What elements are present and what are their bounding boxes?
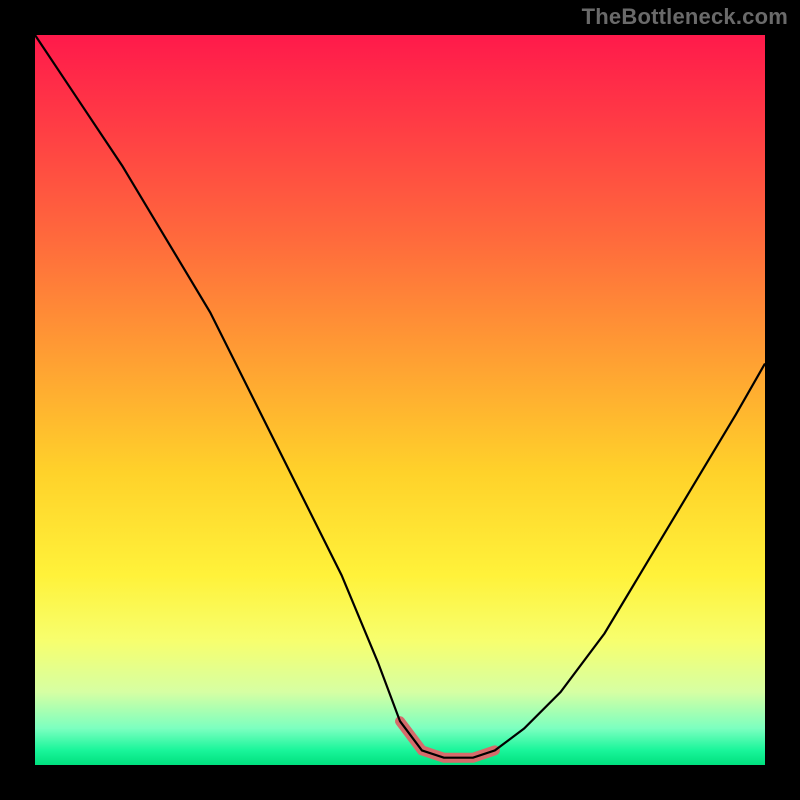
plot-area bbox=[35, 35, 765, 765]
bottleneck-curve bbox=[35, 35, 765, 758]
curve-layer bbox=[35, 35, 765, 765]
chart-frame: TheBottleneck.com bbox=[0, 0, 800, 800]
attribution-label: TheBottleneck.com bbox=[582, 4, 788, 30]
